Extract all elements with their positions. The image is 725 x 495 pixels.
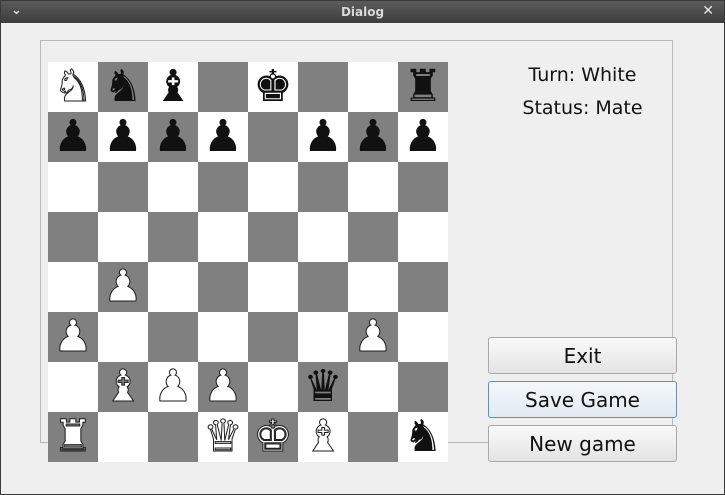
board-square[interactable] — [248, 212, 298, 262]
board-square[interactable] — [98, 312, 148, 362]
board-square[interactable]: ♞ — [98, 62, 148, 112]
board-square[interactable]: ♟ — [348, 311, 398, 362]
board-square[interactable]: ♟ — [298, 112, 348, 162]
board-square[interactable]: ♟ — [98, 112, 148, 162]
white-pawn-icon[interactable]: ♟ — [53, 311, 93, 362]
board-square[interactable]: ♟ — [198, 112, 248, 162]
black-pawn-icon[interactable]: ♟ — [53, 112, 92, 162]
board-square[interactable]: ♟ — [348, 112, 398, 162]
board-square[interactable] — [148, 312, 198, 362]
board-square[interactable] — [48, 162, 98, 212]
black-pawn-icon[interactable]: ♟ — [153, 112, 192, 162]
board-square[interactable]: ♚ — [248, 411, 298, 462]
board-square[interactable]: ♟ — [198, 361, 248, 412]
board-square[interactable] — [248, 362, 298, 412]
board-square[interactable]: ♜ — [398, 62, 448, 112]
board-square[interactable] — [398, 312, 448, 362]
board-square[interactable]: ♝ — [98, 361, 148, 412]
board-square[interactable]: ♞ — [48, 61, 98, 112]
board-square[interactable] — [198, 162, 248, 212]
exit-button[interactable]: Exit — [488, 337, 677, 374]
board-square[interactable] — [348, 412, 398, 462]
white-knight-icon[interactable]: ♞ — [53, 61, 93, 112]
board-square[interactable] — [298, 312, 348, 362]
white-pawn-icon[interactable]: ♟ — [353, 311, 393, 362]
board-square[interactable]: ♟ — [148, 361, 198, 412]
white-king-icon[interactable]: ♚ — [253, 411, 293, 462]
board-square[interactable] — [348, 162, 398, 212]
black-pawn-icon[interactable]: ♟ — [103, 112, 142, 162]
white-pawn-icon[interactable]: ♟ — [153, 361, 193, 412]
board-square[interactable] — [298, 62, 348, 112]
board-square[interactable] — [198, 62, 248, 112]
board-square[interactable]: ♛ — [298, 362, 348, 412]
board-square[interactable] — [48, 262, 98, 312]
board-square[interactable] — [298, 262, 348, 312]
board-square[interactable] — [248, 312, 298, 362]
board-square[interactable] — [398, 162, 448, 212]
board-square[interactable] — [348, 62, 398, 112]
white-queen-icon[interactable]: ♛ — [203, 411, 243, 462]
board-square[interactable] — [248, 162, 298, 212]
board-square[interactable] — [98, 212, 148, 262]
white-pawn-icon[interactable]: ♟ — [203, 361, 243, 412]
title-bar[interactable]: ⌄ Dialog ✕ — [1, 1, 724, 23]
board-square[interactable]: ♝ — [298, 411, 348, 462]
board-square[interactable]: ♚ — [248, 62, 298, 112]
board-square[interactable] — [148, 212, 198, 262]
black-queen-icon[interactable]: ♛ — [303, 362, 342, 412]
board-square[interactable] — [98, 412, 148, 462]
board-square[interactable]: ♟ — [48, 311, 98, 362]
board-square[interactable]: ♟ — [98, 261, 148, 312]
turn-label: Turn: White — [528, 64, 637, 86]
board-square[interactable]: ♜ — [48, 411, 98, 462]
board-square[interactable]: ♝ — [148, 62, 198, 112]
save-game-button[interactable]: Save Game — [488, 381, 677, 418]
board-square[interactable] — [248, 262, 298, 312]
black-king-icon[interactable]: ♚ — [253, 62, 292, 112]
board-square[interactable] — [298, 212, 348, 262]
board-square[interactable] — [148, 162, 198, 212]
black-rook-icon[interactable]: ♜ — [403, 62, 442, 112]
white-rook-icon[interactable]: ♜ — [53, 411, 93, 462]
black-knight-icon[interactable]: ♞ — [403, 412, 442, 462]
board-square[interactable] — [348, 262, 398, 312]
board-square[interactable] — [48, 362, 98, 412]
board-square[interactable] — [198, 262, 248, 312]
new-game-button[interactable]: New game — [488, 425, 677, 462]
board-square[interactable]: ♟ — [48, 112, 98, 162]
board-square[interactable] — [48, 212, 98, 262]
close-icon[interactable]: ✕ — [702, 3, 714, 19]
board-square[interactable] — [348, 362, 398, 412]
board-square[interactable] — [398, 262, 448, 312]
black-bishop-icon[interactable]: ♝ — [153, 62, 192, 112]
board-square[interactable]: ♟ — [148, 112, 198, 162]
board-square[interactable] — [398, 362, 448, 412]
board-square[interactable] — [348, 212, 398, 262]
board-square[interactable]: ♛ — [198, 411, 248, 462]
black-pawn-icon[interactable]: ♟ — [203, 112, 242, 162]
black-knight-icon[interactable]: ♞ — [103, 62, 142, 112]
black-pawn-icon[interactable]: ♟ — [353, 112, 392, 162]
board-square[interactable] — [198, 312, 248, 362]
board-square[interactable] — [248, 112, 298, 162]
board-square[interactable]: ♟ — [398, 112, 448, 162]
black-pawn-icon[interactable]: ♟ — [303, 112, 342, 162]
board-square[interactable] — [298, 162, 348, 212]
board-square[interactable] — [198, 212, 248, 262]
board-square[interactable] — [148, 262, 198, 312]
chess-board[interactable]: ♞ ♞ ♝ ♚ ♜ ♟ ♟ ♟ ♟ ♟ ♟ ♟ ♟ ♟ ♟ ♝ ♟ ♟ ♛ ♜ ♛ ♚ ♝ ♞ — [48, 61, 448, 462]
white-bishop-icon[interactable]: ♝ — [303, 411, 343, 462]
status-label: Status: Mate — [522, 97, 643, 119]
board-square[interactable]: ♞ — [398, 412, 448, 462]
black-pawn-icon[interactable]: ♟ — [403, 112, 442, 162]
board-square[interactable] — [148, 412, 198, 462]
white-bishop-icon[interactable]: ♝ — [103, 361, 143, 412]
board-square[interactable] — [98, 162, 148, 212]
window-title: Dialog — [340, 5, 385, 19]
white-pawn-icon[interactable]: ♟ — [103, 261, 143, 312]
board-square[interactable] — [398, 212, 448, 262]
